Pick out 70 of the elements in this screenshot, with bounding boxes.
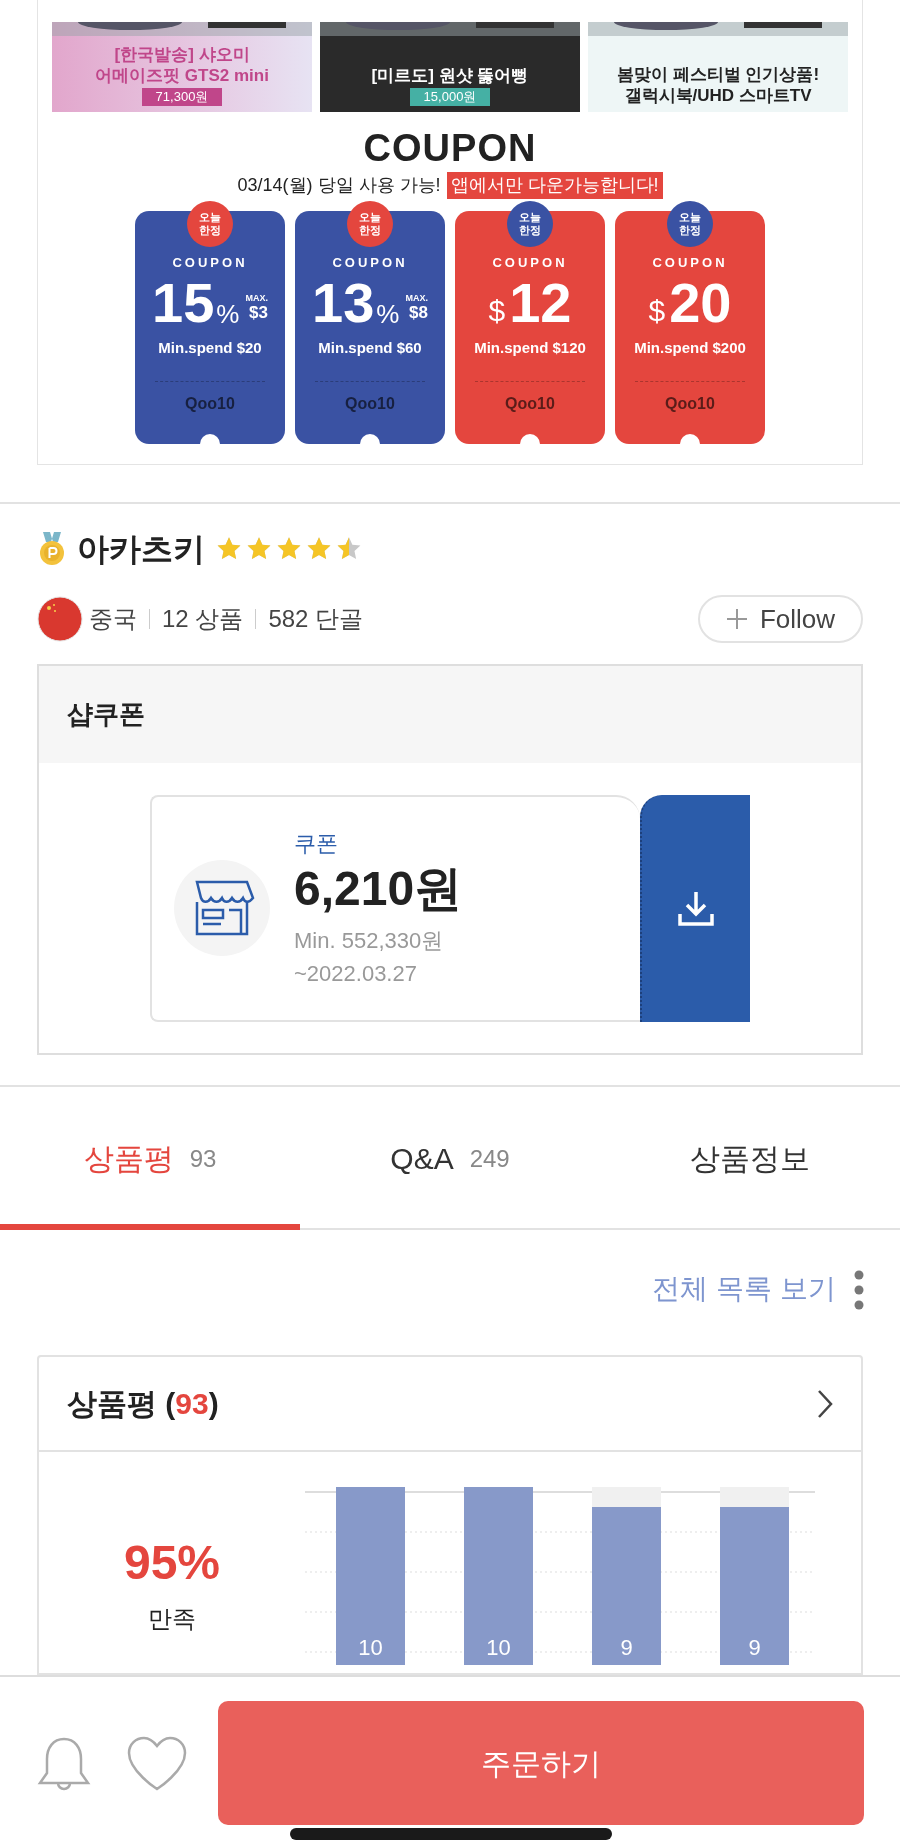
currency-sign: $: [488, 292, 506, 329]
max-value: $3: [249, 302, 268, 323]
price-tag: 71,300원: [141, 88, 223, 106]
percent-sign: %: [376, 297, 400, 331]
medal-icon: [37, 532, 67, 566]
review-title: 상품평 (93): [67, 1386, 219, 1422]
regulars-count: 582 단골: [268, 604, 364, 634]
seller-country: 중국: [89, 604, 137, 634]
bar-track: [592, 1487, 661, 1507]
banner-text: 갤럭시북/UHD 스마트TV: [624, 85, 812, 106]
brand-logo: Qoo10: [505, 394, 555, 414]
max-label: MAX.: [405, 292, 428, 303]
percent-sign: %: [216, 297, 240, 331]
download-button[interactable]: [640, 794, 750, 1022]
heart-icon[interactable]: [126, 1735, 188, 1793]
tab[interactable]: 상품평 93: [0, 1087, 300, 1230]
max-value: $8: [409, 302, 428, 323]
coupon-label: COUPON: [492, 254, 568, 272]
promo-banner[interactable]: [미르도] 원샷 뚫어뻥 15,000원: [320, 22, 580, 112]
app-only-notice: 앱에서만 다운가능합니다!: [446, 172, 663, 199]
currency-sign: $: [648, 292, 666, 329]
banner-text: [한국발송] 샤오미: [114, 44, 250, 65]
tab[interactable]: Q&A 249: [300, 1087, 600, 1230]
bar-value-label: 9: [748, 1635, 761, 1660]
max-label: MAX.: [245, 292, 268, 303]
coupon-subtitle: 03/14(월) 당일 사용 가능!: [237, 174, 441, 197]
product-count: 12 상품: [162, 604, 244, 634]
min-spend: Min.spend $120: [474, 337, 586, 358]
limited-badge: 오늘 한정: [667, 201, 713, 247]
limited-badge: 오늘 한정: [507, 201, 553, 247]
discount-value: 15: [152, 274, 215, 331]
flag-icon: [37, 596, 83, 642]
coupon-heading: COUPON: [363, 128, 537, 168]
banner-text: 어메이즈핏 GTS2 mini: [95, 65, 269, 86]
brand-logo: Qoo10: [665, 394, 715, 414]
discount-value: 13: [312, 274, 375, 331]
banner-text: 봄맞이 페스티벌 인기상품!: [616, 64, 820, 85]
min-spend: Min.spend $20: [158, 337, 262, 358]
minimum-spend: Min. 552,330원: [294, 926, 445, 955]
expiry-date: ~2022.03.27: [294, 959, 418, 988]
promo-banner[interactable]: [한국발송] 샤오미 어메이즈핏 GTS2 mini 71,300원: [52, 22, 312, 112]
bar-track: [720, 1487, 789, 1507]
bar-value-label: 10: [486, 1635, 511, 1660]
limited-badge: 오늘 한정: [187, 201, 233, 247]
coupon-label: COUPON: [332, 254, 408, 272]
discount-value: 20: [669, 274, 732, 331]
follow-button[interactable]: Follow: [698, 595, 863, 643]
discount-value: 12: [509, 274, 572, 331]
bar-value-label: 9: [620, 1635, 633, 1660]
price-tag: 15,000원: [409, 88, 491, 106]
satisfaction-rate: 95%: [123, 1535, 221, 1591]
limited-badge: 오늘 한정: [347, 201, 393, 247]
chevron-right-icon[interactable]: [817, 1388, 833, 1419]
coupon-amount: 6,210원: [294, 860, 463, 917]
brand-logo: Qoo10: [185, 394, 235, 414]
shop-coupon-title: 샵쿠폰: [67, 698, 145, 731]
coupon-label: COUPON: [172, 254, 248, 272]
coupon-label: COUPON: [652, 254, 728, 272]
seller-name: 아카츠키: [77, 530, 205, 569]
promo-banner[interactable]: 봄맞이 페스티벌 인기상품! 갤럭시북/UHD 스마트TV: [588, 22, 848, 112]
banner-text: [미르도] 원샷 뚫어뻥: [371, 65, 529, 86]
bar-value-label: 10: [358, 1635, 383, 1660]
plus-icon: [725, 608, 748, 630]
min-spend: Min.spend $200: [634, 337, 746, 358]
more-icon[interactable]: [854, 1270, 864, 1310]
brand-logo: Qoo10: [345, 394, 395, 414]
coupon-type: 쿠폰: [294, 829, 339, 858]
satisfaction-label: 만족: [148, 1604, 196, 1634]
tab[interactable]: 상품정보: [600, 1087, 900, 1230]
min-spend: Min.spend $60: [318, 337, 422, 358]
